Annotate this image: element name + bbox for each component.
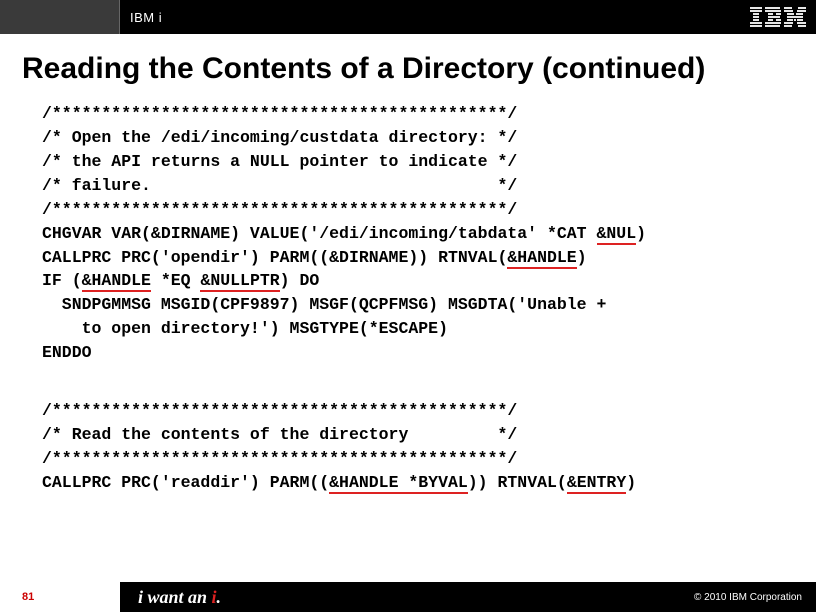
code-line: /***************************************… [42, 401, 517, 420]
highlight: &HANDLE [82, 271, 151, 292]
code-line: /***************************************… [42, 104, 517, 123]
code-line: /* failure. */ [42, 176, 517, 195]
code-line: /* Open the /edi/incoming/custdata direc… [42, 128, 517, 147]
highlight: &HANDLE [507, 248, 576, 269]
code-line: IF (&HANDLE *EQ &NULLPTR) DO [42, 271, 319, 292]
ibm-logo-icon [750, 7, 806, 27]
code-line: CALLPRC PRC('opendir') PARM((&DIRNAME)) … [42, 248, 587, 269]
code-block-2: /***************************************… [0, 393, 816, 503]
header-left: IBM i [0, 0, 162, 34]
code-line: SNDPGMMSG MSGID(CPF9897) MSGF(QCPFMSG) M… [42, 295, 606, 314]
highlight: &NUL [597, 224, 637, 245]
code-line: /***************************************… [42, 449, 517, 468]
highlight: &HANDLE *BYVAL [329, 473, 468, 494]
code-line: /***************************************… [42, 200, 517, 219]
footer-bar: 81 i want an i. © 2010 IBM Corporation [0, 582, 816, 612]
code-block-1: /***************************************… [0, 96, 816, 373]
copyright: © 2010 IBM Corporation [694, 592, 816, 603]
page-title: Reading the Contents of a Directory (con… [0, 34, 816, 96]
code-line: CALLPRC PRC('readdir') PARM((&HANDLE *BY… [42, 473, 636, 494]
code-line: CHGVAR VAR(&DIRNAME) VALUE('/edi/incomin… [42, 224, 646, 245]
page-number: 81 [0, 591, 120, 603]
code-line: /* Read the contents of the directory */ [42, 425, 517, 444]
code-line: /* the API returns a NULL pointer to ind… [42, 152, 517, 171]
header-gray-block [0, 0, 120, 34]
product-name: IBM i [130, 10, 162, 25]
highlight: &NULLPTR [200, 271, 279, 292]
code-line: to open directory!') MSGTYPE(*ESCAPE) [42, 319, 448, 338]
tagline: i want an i. [120, 587, 221, 608]
code-line: ENDDO [42, 343, 92, 362]
highlight: &ENTRY [567, 473, 626, 494]
header-bar: IBM i [0, 0, 816, 34]
